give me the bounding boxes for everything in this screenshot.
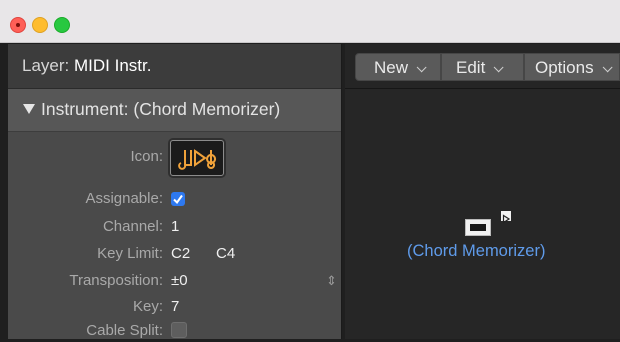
options-menu-button[interactable]: Options — [524, 53, 620, 81]
key-value[interactable]: 7 — [171, 298, 179, 315]
new-menu-button[interactable]: New — [355, 53, 441, 81]
maximize-button[interactable] — [54, 17, 70, 33]
key-limit-label: Key Limit: — [97, 245, 163, 262]
edit-label: Edit — [456, 58, 486, 77]
transposition-param[interactable]: Transposition: ±0 — [8, 272, 341, 292]
chevron-down-icon — [602, 62, 613, 73]
instrument-header[interactable]: Instrument: (Chord Memorizer) — [8, 89, 341, 132]
layer-text: Layer: MIDI Instr. — [22, 56, 151, 76]
icon-picker[interactable] — [170, 140, 224, 176]
title-bar — [0, 0, 620, 43]
cable-split-checkbox[interactable] — [171, 322, 187, 338]
object-icon-inner — [470, 224, 486, 231]
object-label[interactable]: (Chord Memorizer) — [407, 242, 545, 261]
chord-memorizer-icon — [178, 149, 217, 170]
layer-label: Layer: — [22, 56, 70, 75]
new-label: New — [374, 58, 409, 77]
close-button[interactable] — [10, 17, 26, 33]
checkmark-icon — [173, 194, 183, 205]
edit-menu-button[interactable]: Edit — [441, 53, 524, 81]
key-limit-low[interactable]: C2 — [171, 245, 190, 262]
channel-param[interactable]: Channel: 1 — [8, 218, 341, 238]
layer-row[interactable]: Layer: MIDI Instr. — [8, 44, 341, 89]
stepper-icon[interactable]: ⇕ — [326, 273, 337, 289]
close-dot-icon — [16, 23, 20, 27]
transposition-label: Transposition: — [69, 272, 163, 289]
chevron-down-icon — [416, 62, 427, 73]
output-port-icon[interactable] — [501, 211, 511, 224]
key-limit-high[interactable]: C4 — [216, 245, 235, 262]
inspector-panel: Layer: MIDI Instr. Instrument: (Chord Me… — [8, 44, 342, 339]
output-triangle-icon — [502, 214, 511, 224]
icon-label: Icon: — [130, 148, 163, 165]
cable-split-label: Cable Split: — [86, 322, 163, 339]
assignable-label: Assignable: — [85, 190, 163, 207]
layer-value: MIDI Instr. — [73, 56, 152, 75]
key-param[interactable]: Key: 7 — [8, 298, 341, 318]
assignable-checkbox[interactable] — [171, 192, 185, 206]
key-label: Key: — [132, 298, 163, 315]
channel-value[interactable]: 1 — [171, 218, 179, 235]
key-limit-param: Key Limit: C2 C4 — [8, 245, 341, 265]
channel-label: Channel: — [102, 218, 163, 235]
chord-memorizer-object-icon[interactable] — [465, 219, 491, 236]
toolbar: New Edit Options — [345, 44, 620, 89]
instrument-header-label: Instrument: (Chord Memorizer) — [41, 99, 281, 119]
chevron-down-icon — [493, 62, 504, 73]
options-label: Options — [535, 58, 594, 77]
disclosure-triangle-icon[interactable] — [23, 104, 35, 114]
environment-canvas[interactable]: New Edit Options (Chord Memorizer) — [345, 44, 620, 339]
minimize-button[interactable] — [32, 17, 48, 33]
transposition-value[interactable]: ±0 — [171, 272, 188, 289]
